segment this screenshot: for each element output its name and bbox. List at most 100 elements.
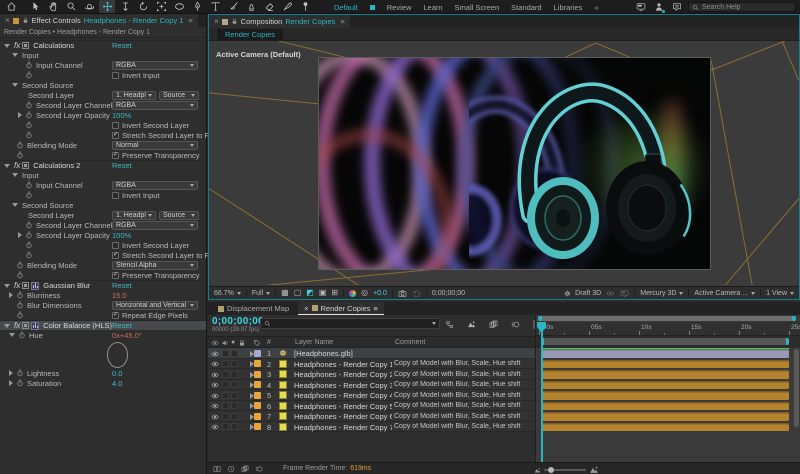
panel-menu-icon[interactable]: ≡ (188, 16, 192, 25)
workspace-review[interactable]: Review (387, 3, 412, 12)
checkbox-invert-second-layer[interactable] (112, 241, 119, 249)
switch-well[interactable] (222, 412, 229, 420)
value-second-layer-opacity[interactable]: 100% (112, 111, 131, 120)
view-layout-dropdown[interactable]: 1 View (766, 290, 794, 297)
switch-well[interactable] (231, 391, 238, 399)
tab-effect-controls[interactable]: × Effect Controls Headphones - Render Co… (0, 14, 198, 27)
checkbox-repeat-edge-pixels[interactable]: ✓ (112, 311, 119, 319)
effect-row-invert-input[interactable]: Invert Input (0, 190, 206, 200)
reset-link[interactable]: Reset (112, 321, 132, 330)
motion-blur-footer-icon[interactable] (255, 465, 263, 473)
frame-blending-icon[interactable] (489, 320, 498, 329)
switch-well[interactable] (231, 412, 238, 420)
eye-icon[interactable] (211, 360, 219, 368)
tool-zoom-icon[interactable] (63, 0, 79, 13)
tab-displacement-map[interactable]: Displacement Map (212, 302, 295, 315)
workspace-default[interactable]: Default (334, 3, 358, 12)
effect-row-input[interactable]: Input (0, 50, 206, 60)
label-color[interactable] (254, 402, 261, 409)
dropdown-input-channel[interactable]: RGBA (112, 60, 198, 70)
stopwatch-icon[interactable] (25, 241, 33, 249)
effect-row-saturation[interactable]: Saturation 4.0 (0, 378, 206, 388)
stopwatch-icon[interactable] (25, 131, 33, 139)
effect-row-invert-second-layer[interactable]: Invert Second Layer (0, 120, 206, 130)
effect-row-second-source[interactable]: Second Source (0, 200, 206, 210)
label-color[interactable] (254, 412, 261, 420)
layer-bar-2[interactable] (541, 359, 789, 368)
effect-header-gaussian-blur[interactable]: fx Gaussian Blur Reset (0, 280, 206, 290)
layer-bar-6[interactable] (541, 401, 789, 410)
time-ruler[interactable]: :00s 05s 10s 15s 20s 25s (536, 322, 800, 336)
timeline-search[interactable] (260, 318, 440, 329)
grid-guides-icon[interactable]: ▦ (281, 289, 289, 297)
switch-well[interactable] (231, 349, 238, 357)
stopwatch-icon[interactable] (25, 101, 33, 109)
stopwatch-icon[interactable] (16, 301, 24, 309)
twirl-icon[interactable] (9, 380, 13, 386)
twirl-icon[interactable] (12, 173, 18, 177)
eye-icon[interactable] (211, 350, 219, 358)
layer-bar-7[interactable] (541, 412, 789, 421)
twirl-icon[interactable] (9, 370, 13, 376)
tool-pen-icon[interactable] (189, 0, 205, 13)
channel-icon[interactable] (349, 289, 357, 297)
effect-row-second-layer-opacity[interactable]: Second Layer Opacity 100% (0, 110, 206, 120)
reset-link[interactable]: Reset (112, 161, 132, 170)
stopwatch-icon[interactable] (16, 379, 24, 387)
twirl-icon[interactable] (9, 333, 15, 337)
tool-clone-stamp-icon[interactable] (243, 0, 259, 13)
twirl-icon[interactable] (4, 283, 10, 288)
twirl-icon[interactable] (4, 163, 10, 168)
tool-orbit-camera-icon[interactable] (81, 0, 97, 13)
frame-blend-footer-icon[interactable] (241, 465, 249, 473)
switch-well[interactable] (222, 360, 229, 367)
layer-comment[interactable]: Copy of Model with Blur, Scale, Hue shif… (394, 402, 532, 409)
layer-row-4[interactable]: 4 Headphones - Render Copy 3 Copy of Model… (208, 379, 535, 390)
switch-well[interactable] (231, 423, 238, 430)
layer-bar-4[interactable] (541, 380, 789, 389)
tool-puppet-pin-icon[interactable] (297, 0, 313, 13)
zoom-out-icon[interactable] (534, 467, 541, 474)
toggle-panes-icon[interactable] (213, 465, 221, 473)
layer-row-6[interactable]: 6 Headphones - Render Copy 5 Copy of Model… (208, 400, 535, 411)
render-time-pane-icon[interactable] (227, 465, 235, 473)
comment-column[interactable]: Comment (395, 339, 425, 346)
draft-3d-icon[interactable] (467, 320, 476, 329)
reset-link[interactable]: Reset (112, 281, 132, 290)
horizontal-scrollbar[interactable] (538, 316, 796, 321)
stopwatch-icon[interactable] (25, 181, 33, 189)
account-icon[interactable] (654, 2, 665, 13)
region-of-interest-icon[interactable]: ▣ (319, 289, 327, 297)
value-second-layer-opacity[interactable]: 100% (112, 231, 131, 240)
dropdown-blending-mode[interactable]: Stencil Alpha (112, 260, 198, 270)
eye-icon[interactable] (211, 402, 219, 410)
lock-column-icon[interactable] (238, 339, 246, 347)
checkbox-preserve-transparency[interactable]: ✓ (112, 151, 119, 159)
effect-row-second-layer[interactable]: Second Layer 1. Headpl Source (0, 90, 206, 100)
dropdown-second-layer[interactable]: 1. Headpl (112, 90, 156, 100)
eye-icon[interactable] (211, 392, 219, 400)
effect-row-input-channel[interactable]: Input Channel RGBA (0, 60, 206, 70)
switch-well[interactable] (222, 402, 229, 409)
workspace-libraries[interactable]: Libraries (554, 3, 583, 12)
screen-layout-icon[interactable] (636, 2, 646, 12)
video-column-icon[interactable] (211, 339, 219, 347)
value-hue[interactable]: 0x+45.0° (112, 331, 142, 340)
layer-name[interactable]: Headphones - Render Copy 4 (294, 391, 392, 400)
zoom-in-icon[interactable] (589, 465, 599, 474)
viewer-tab-render-copies[interactable]: Render Copies (217, 28, 284, 40)
view-dropdown[interactable]: Active Camera ... (694, 290, 756, 297)
workspace-overflow-chevron[interactable]: » (594, 3, 598, 12)
effect-row-input-channel[interactable]: Input Channel RGBA (0, 180, 206, 190)
checkbox-invert-input[interactable] (112, 191, 119, 199)
switch-well[interactable] (222, 349, 229, 357)
zoom-knob[interactable] (548, 467, 554, 473)
twirl-icon[interactable] (4, 43, 10, 48)
layer-comment[interactable]: Copy of Model with Blur, Scale, Hue shif… (394, 360, 532, 367)
stopwatch-icon[interactable] (25, 111, 33, 119)
twirl-icon[interactable] (18, 112, 22, 118)
stopwatch-icon[interactable] (25, 191, 33, 199)
lock-icon[interactable] (22, 17, 29, 24)
effect-enable-icon[interactable] (22, 322, 30, 329)
lock-icon[interactable] (231, 18, 238, 25)
